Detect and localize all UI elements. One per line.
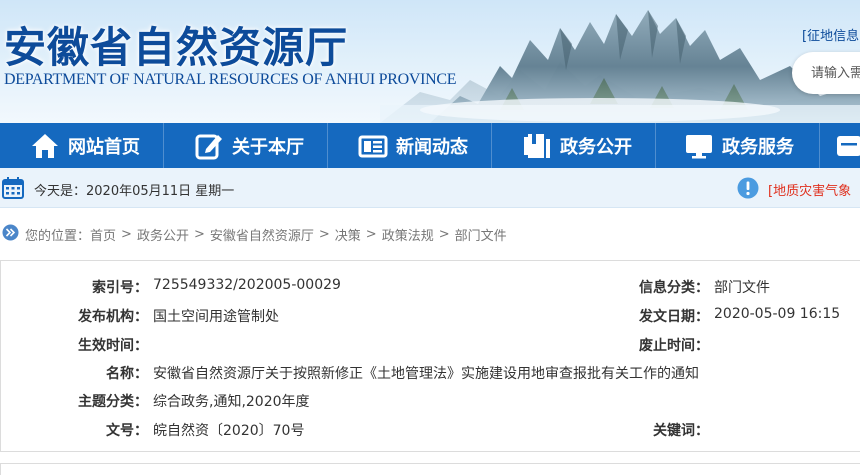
- nav-item-news[interactable]: 新闻动态: [328, 123, 491, 168]
- breadcrumb-prefix: 您的位置：: [25, 228, 91, 244]
- nav-item-more[interactable]: [820, 123, 860, 168]
- breadcrumb-item-government-affairs[interactable]: 政务公开: [137, 225, 189, 244]
- search-input[interactable]: [792, 52, 860, 94]
- effective-date-label: 生效时间：: [78, 338, 148, 354]
- info-row: 名称： 安徽省自然资源厅关于按照新修正《土地管理法》实施建设用地审查报批有关工作…: [1, 363, 860, 387]
- nav-item-label: 关于本厅: [232, 136, 304, 158]
- nav-item-label: 新闻动态: [396, 136, 468, 158]
- geological-hazard-notice-link[interactable]: [地质灾害气象: [768, 180, 851, 199]
- keywords-label: 关键词：: [653, 423, 709, 439]
- breadcrumb-separator: >: [121, 226, 132, 242]
- site-title: 安徽省自然资源厅: [4, 23, 349, 72]
- issuer-label: 发布机构：: [78, 309, 148, 325]
- nav-item-government-services[interactable]: 政务服务: [656, 123, 819, 168]
- issue-date-value: 2020-05-09 16:15: [714, 306, 841, 322]
- info-row: 主题分类： 综合政务,通知,2020年度: [1, 391, 860, 415]
- breadcrumb-item-department[interactable]: 安徽省自然资源厅: [210, 225, 314, 244]
- breadcrumb-item-home[interactable]: 首页: [90, 225, 116, 244]
- news-icon: [358, 131, 388, 161]
- double-chevron-right-icon: [2, 224, 19, 245]
- home-icon: [30, 131, 60, 161]
- nav-item-label: 政务服务: [722, 136, 794, 158]
- more-icon: [834, 131, 860, 161]
- info-row: 索引号： 725549332/202005-00029 信息分类： 部门文件: [1, 277, 860, 301]
- info-row: 发布机构： 国土空间用途管制处 发文日期： 2020-05-09 16:15: [1, 306, 860, 330]
- nav-item-about[interactable]: 关于本厅: [164, 123, 327, 168]
- category-value: 部门文件: [714, 280, 770, 296]
- document-name-value: 安徽省自然资源厅关于按照新修正《土地管理法》实施建设用地审查报批有关工作的通知: [153, 366, 699, 382]
- monitor-icon: [684, 131, 714, 161]
- land-acquisition-info-link[interactable]: [征地信息: [802, 25, 859, 44]
- breadcrumb-separator: >: [438, 226, 450, 242]
- nav-item-label: 政务公开: [560, 136, 632, 158]
- topic-value: 综合政务,通知,2020年度: [153, 394, 310, 410]
- document-info-panel: 索引号： 725549332/202005-00029 信息分类： 部门文件 发…: [0, 260, 860, 452]
- document-name-label: 名称：: [106, 366, 148, 382]
- document-number-label: 文号：: [106, 423, 148, 439]
- alert-icon: [737, 177, 759, 203]
- site-subtitle: DEPARTMENT OF NATURAL RESOURCES OF ANHUI…: [4, 71, 457, 88]
- breadcrumb-item-department-documents[interactable]: 部门文件: [455, 225, 507, 244]
- index-number-label: 索引号：: [92, 280, 148, 296]
- date-bar: 今天是：2020年05月11日 星期一 [地质灾害气象: [0, 168, 860, 208]
- content-panel: [0, 463, 860, 475]
- search-box[interactable]: [792, 52, 860, 94]
- document-number-value: 皖自然资〔2020〕70号: [153, 423, 305, 439]
- nav-item-government-affairs[interactable]: 政务公开: [492, 123, 655, 168]
- nav-item-home[interactable]: 网站首页: [0, 123, 163, 168]
- main-nav: 网站首页 关于本厅 新闻动态 政务公开 政务服务: [0, 123, 860, 168]
- edit-icon: [194, 131, 224, 161]
- header-banner: 安徽省自然资源厅 DEPARTMENT OF NATURAL RESOURCES…: [0, 0, 860, 123]
- breadcrumb-item-policies[interactable]: 政策法规: [382, 225, 434, 244]
- topic-label: 主题分类：: [78, 394, 148, 410]
- issuer-value: 国土空间用途管制处: [153, 309, 279, 325]
- breadcrumb-separator: >: [318, 226, 330, 242]
- calendar-icon: [2, 177, 24, 203]
- breadcrumb: 您的位置： 首页 > 政务公开 > 安徽省自然资源厅 > 决策 > 政策法规 >…: [0, 222, 507, 246]
- breadcrumb-separator: >: [193, 226, 205, 242]
- expiry-date-label: 废止时间：: [639, 338, 709, 354]
- issue-date-label: 发文日期：: [639, 309, 709, 325]
- breadcrumb-item-decisions[interactable]: 决策: [335, 225, 361, 244]
- current-date: 今天是：2020年05月11日 星期一: [34, 184, 235, 199]
- document-icon: [522, 131, 552, 161]
- info-row: 文号： 皖自然资〔2020〕70号 关键词：: [1, 420, 860, 444]
- breadcrumb-separator: >: [365, 226, 377, 242]
- info-row: 生效时间： 废止时间：: [1, 335, 860, 359]
- category-label: 信息分类：: [639, 280, 709, 296]
- nav-item-label: 网站首页: [68, 136, 140, 158]
- index-number-value: 725549332/202005-00029: [153, 277, 341, 293]
